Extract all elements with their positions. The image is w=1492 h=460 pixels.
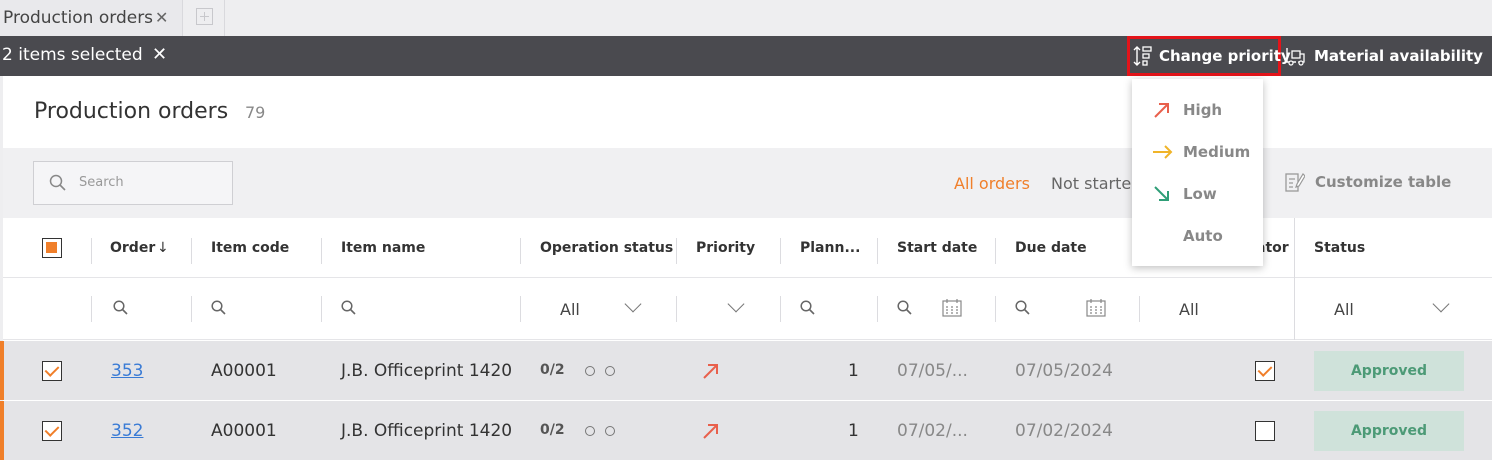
col-item-name[interactable]: Item name bbox=[341, 240, 425, 256]
chevron-down-icon bbox=[1432, 295, 1450, 313]
col-item-code[interactable]: Item code bbox=[211, 240, 289, 256]
page-title: Production orders bbox=[34, 99, 229, 124]
sort-priority-icon bbox=[1133, 45, 1153, 67]
table-header: Order ↓ Item code Item name Operation st… bbox=[3, 218, 1492, 278]
priority-option-label: Medium bbox=[1183, 143, 1251, 161]
col-due-date[interactable]: Due date bbox=[1015, 240, 1087, 256]
item-code: A00001 bbox=[211, 421, 277, 441]
due-date: 07/05/2024 bbox=[1015, 361, 1113, 381]
status-badge: Approved bbox=[1314, 411, 1464, 451]
operation-status-value: 0/2 bbox=[540, 422, 565, 438]
operation-dot-icon bbox=[585, 366, 595, 376]
filter-all-orders[interactable]: All orders bbox=[954, 174, 1030, 193]
due-date: 07/02/2024 bbox=[1015, 421, 1113, 441]
table-row[interactable]: 352 A00001 J.B. Officeprint 1420 0/2 1 0… bbox=[0, 401, 1492, 460]
arrow-right-icon bbox=[1152, 143, 1173, 161]
order-link[interactable]: 353 bbox=[111, 361, 143, 381]
search-placeholder: Search bbox=[79, 175, 124, 190]
col-priority[interactable]: Priority bbox=[696, 240, 755, 256]
priority-option-label: Low bbox=[1183, 185, 1217, 203]
col-order[interactable]: Order bbox=[110, 240, 155, 256]
clear-selection-icon[interactable]: ✕ bbox=[152, 44, 167, 65]
operation-dot-icon bbox=[605, 426, 615, 436]
arrow-down-right-icon bbox=[1152, 185, 1172, 203]
filter-not-started[interactable]: Not starte bbox=[1051, 174, 1131, 193]
planned-filter-search-icon[interactable] bbox=[800, 300, 816, 316]
status-badge: Approved bbox=[1314, 351, 1464, 391]
chevron-down-icon bbox=[727, 295, 745, 313]
plus-icon bbox=[196, 8, 213, 25]
calendar-icon[interactable] bbox=[942, 299, 962, 317]
tab-label: Production orders bbox=[3, 8, 154, 28]
order-filter-search-icon[interactable] bbox=[113, 300, 129, 316]
row-checkbox[interactable] bbox=[42, 361, 62, 381]
arrow-up-right-icon bbox=[1152, 101, 1172, 119]
item-name: J.B. Officeprint 1420 bbox=[341, 361, 513, 381]
record-count: 79 bbox=[245, 103, 266, 122]
search-icon bbox=[49, 174, 67, 192]
calendar-icon[interactable] bbox=[1086, 299, 1106, 317]
item-name: J.B. Officeprint 1420 bbox=[341, 421, 513, 441]
selection-count: 2 items selected bbox=[2, 45, 143, 65]
due-date-filter-search-icon[interactable] bbox=[1015, 300, 1031, 316]
priority-option-auto[interactable]: Auto bbox=[1132, 215, 1263, 257]
material-availability-label: Material availability bbox=[1314, 47, 1483, 65]
planned-qty: 1 bbox=[848, 421, 859, 441]
indicator-filter-value[interactable]: All bbox=[1179, 300, 1199, 319]
operation-dot-icon bbox=[605, 366, 615, 376]
tab-bar: Production orders ✕ bbox=[0, 0, 1492, 36]
indicator-checkbox[interactable] bbox=[1255, 361, 1275, 381]
material-availability-button[interactable]: Material availability bbox=[1284, 36, 1483, 76]
filter-row: All All All bbox=[3, 278, 1492, 340]
change-priority-label: Change priority bbox=[1159, 47, 1291, 65]
item-name-filter-search-icon[interactable] bbox=[341, 300, 357, 316]
search-input[interactable]: Search bbox=[33, 161, 233, 205]
start-date-filter-search-icon[interactable] bbox=[897, 300, 913, 316]
operation-status-filter-value: All bbox=[560, 300, 580, 319]
priority-option-high[interactable]: High bbox=[1132, 89, 1263, 131]
col-operation-status[interactable]: Operation status bbox=[540, 240, 673, 256]
priority-option-medium[interactable]: Medium bbox=[1132, 131, 1263, 173]
priority-dropdown: High Medium Low Auto bbox=[1132, 79, 1263, 266]
priority-option-label: Auto bbox=[1183, 227, 1223, 245]
row-checkbox[interactable] bbox=[42, 421, 62, 441]
row-selected-accent bbox=[0, 401, 4, 460]
priority-option-low[interactable]: Low bbox=[1132, 173, 1263, 215]
change-priority-button[interactable]: Change priority bbox=[1127, 36, 1291, 76]
edit-table-icon bbox=[1285, 171, 1305, 193]
item-code: A00001 bbox=[211, 361, 277, 381]
start-date: 07/02/... bbox=[897, 421, 968, 441]
select-all-checkbox[interactable] bbox=[42, 238, 62, 258]
col-planned[interactable]: Plann... bbox=[800, 240, 860, 256]
toolbar: Search All orders Not starte Customize t… bbox=[3, 148, 1492, 218]
operation-status-value: 0/2 bbox=[540, 362, 565, 378]
status-filter-value: All bbox=[1334, 300, 1354, 319]
priority-option-label: High bbox=[1183, 101, 1223, 119]
planned-qty: 1 bbox=[848, 361, 859, 381]
col-status[interactable]: Status bbox=[1314, 240, 1365, 256]
close-icon[interactable]: ✕ bbox=[155, 8, 168, 27]
sort-down-icon[interactable]: ↓ bbox=[157, 240, 169, 256]
main-panel: Production orders 79 Search All orders N… bbox=[0, 76, 1492, 460]
selection-bar: 2 items selected ✕ Change priority Mater… bbox=[0, 36, 1492, 76]
priority-high-icon bbox=[702, 362, 720, 380]
indicator-checkbox[interactable] bbox=[1255, 421, 1275, 441]
item-code-filter-search-icon[interactable] bbox=[211, 300, 227, 316]
table-row[interactable]: 353 A00001 J.B. Officeprint 1420 0/2 1 0… bbox=[0, 341, 1492, 400]
order-link[interactable]: 352 bbox=[111, 421, 143, 441]
customize-table-button[interactable]: Customize table bbox=[1285, 171, 1451, 193]
operation-dot-icon bbox=[585, 426, 595, 436]
tab-production-orders[interactable]: Production orders ✕ bbox=[0, 0, 183, 36]
forklift-icon bbox=[1284, 46, 1306, 66]
customize-table-label: Customize table bbox=[1315, 173, 1452, 191]
row-selected-accent bbox=[0, 341, 4, 400]
priority-high-icon bbox=[702, 422, 720, 440]
start-date: 07/05/... bbox=[897, 361, 968, 381]
chevron-down-icon bbox=[624, 295, 642, 313]
new-tab-button[interactable] bbox=[184, 0, 225, 36]
col-start-date[interactable]: Start date bbox=[897, 240, 977, 256]
